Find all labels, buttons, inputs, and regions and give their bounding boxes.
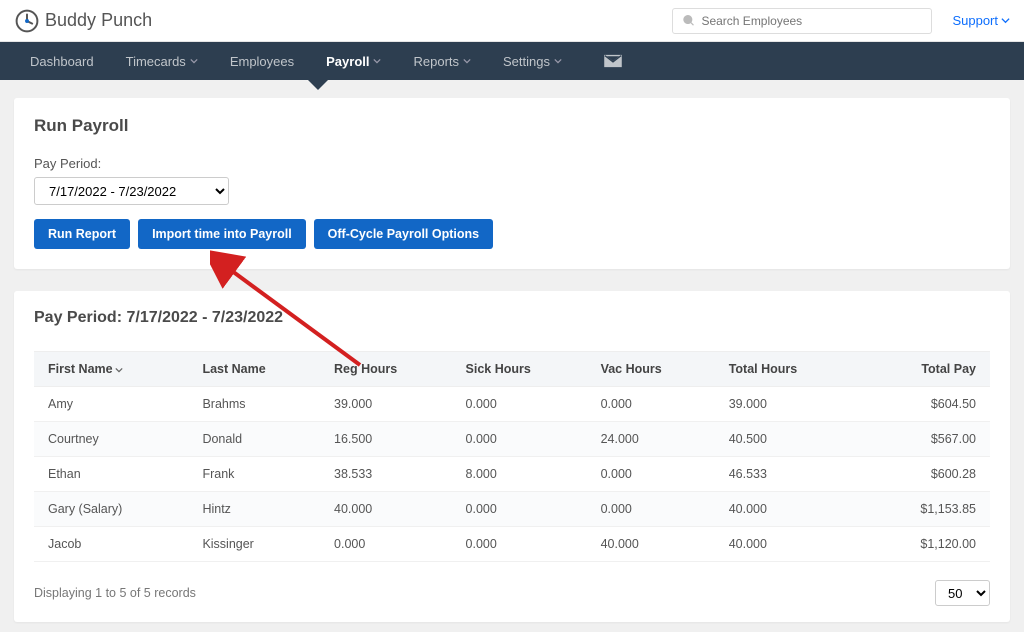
cell-total_hours: 40.500 (721, 422, 861, 457)
cell-reg_hours: 39.000 (326, 387, 458, 422)
cell-first_name: Amy (34, 387, 194, 422)
cell-reg_hours: 38.533 (326, 457, 458, 492)
import-time-button[interactable]: Import time into Payroll (138, 219, 306, 249)
off-cycle-button[interactable]: Off-Cycle Payroll Options (314, 219, 493, 249)
record-count: Displaying 1 to 5 of 5 records (34, 586, 196, 600)
card-title: Run Payroll (34, 116, 990, 136)
table-row: CourtneyDonald16.5000.00024.00040.500$56… (34, 422, 990, 457)
logo-text-right: Punch (101, 10, 152, 30)
cell-total_hours: 40.000 (721, 527, 861, 562)
col-reg-hours[interactable]: Reg Hours (326, 352, 458, 387)
cell-last_name: Hintz (194, 492, 326, 527)
cell-vac_hours: 40.000 (593, 527, 721, 562)
pay-period-select[interactable]: 7/17/2022 - 7/23/2022 (34, 177, 229, 205)
run-payroll-card: Run Payroll Pay Period: 7/17/2022 - 7/23… (14, 98, 1010, 269)
cell-total_pay: $1,153.85 (861, 492, 990, 527)
cell-vac_hours: 0.000 (593, 457, 721, 492)
nav-item-timecards[interactable]: Timecards (110, 42, 214, 80)
nav-label: Payroll (326, 54, 369, 69)
cell-total_pay: $600.28 (861, 457, 990, 492)
payroll-table: First Name Last Name Reg Hours Sick Hour… (34, 351, 990, 562)
cell-vac_hours: 0.000 (593, 492, 721, 527)
run-report-button[interactable]: Run Report (34, 219, 130, 249)
table-row: AmyBrahms39.0000.0000.00039.000$604.50 (34, 387, 990, 422)
chevron-down-icon (373, 57, 381, 65)
cell-reg_hours: 40.000 (326, 492, 458, 527)
cell-last_name: Frank (194, 457, 326, 492)
search-box[interactable] (672, 8, 932, 34)
cell-first_name: Courtney (34, 422, 194, 457)
table-header-row: First Name Last Name Reg Hours Sick Hour… (34, 352, 990, 387)
cell-first_name: Gary (Salary) (34, 492, 194, 527)
cell-sick_hours: 8.000 (458, 457, 593, 492)
cell-sick_hours: 0.000 (458, 527, 593, 562)
cell-vac_hours: 0.000 (593, 387, 721, 422)
cell-sick_hours: 0.000 (458, 422, 593, 457)
logo: Buddy Punch (14, 8, 152, 34)
nav-item-payroll[interactable]: Payroll (310, 42, 397, 80)
nav-active-indicator (308, 80, 328, 90)
nav-item-employees[interactable]: Employees (214, 42, 310, 80)
cell-first_name: Jacob (34, 527, 194, 562)
nav-label: Timecards (126, 54, 186, 69)
chevron-down-icon (190, 57, 198, 65)
cell-sick_hours: 0.000 (458, 387, 593, 422)
nav-item-reports[interactable]: Reports (397, 42, 487, 80)
cell-total_pay: $567.00 (861, 422, 990, 457)
logo-icon (14, 8, 40, 34)
cell-total_hours: 40.000 (721, 492, 861, 527)
chevron-down-icon (463, 57, 471, 65)
support-link[interactable]: Support (952, 13, 1010, 28)
table-row: Gary (Salary)Hintz40.0000.0000.00040.000… (34, 492, 990, 527)
cell-reg_hours: 16.500 (326, 422, 458, 457)
cell-total_hours: 46.533 (721, 457, 861, 492)
cell-first_name: Ethan (34, 457, 194, 492)
main-nav: Dashboard Timecards Employees Payroll Report… (0, 42, 1024, 80)
page-size-select[interactable]: 50 (935, 580, 990, 606)
search-icon (683, 15, 695, 27)
chevron-down-icon (115, 366, 123, 374)
cell-last_name: Brahms (194, 387, 326, 422)
cell-last_name: Kissinger (194, 527, 326, 562)
mail-icon (604, 54, 622, 68)
cell-total_pay: $604.50 (861, 387, 990, 422)
cell-total_hours: 39.000 (721, 387, 861, 422)
results-card: Pay Period: 7/17/2022 - 7/23/2022 First … (14, 291, 1010, 622)
nav-mail[interactable] (588, 42, 638, 80)
nav-item-settings[interactable]: Settings (487, 42, 578, 80)
chevron-down-icon (1001, 16, 1010, 25)
nav-label: Employees (230, 54, 294, 69)
col-vac-hours[interactable]: Vac Hours (593, 352, 721, 387)
nav-label: Dashboard (30, 54, 94, 69)
nav-label: Reports (413, 54, 459, 69)
results-title: Pay Period: 7/17/2022 - 7/23/2022 (34, 309, 990, 327)
col-sick-hours[interactable]: Sick Hours (458, 352, 593, 387)
cell-reg_hours: 0.000 (326, 527, 458, 562)
nav-label: Settings (503, 54, 550, 69)
cell-total_pay: $1,120.00 (861, 527, 990, 562)
col-last-name[interactable]: Last Name (194, 352, 326, 387)
cell-vac_hours: 24.000 (593, 422, 721, 457)
app-header: Buddy Punch Support (0, 0, 1024, 42)
cell-sick_hours: 0.000 (458, 492, 593, 527)
table-row: JacobKissinger0.0000.00040.00040.000$1,1… (34, 527, 990, 562)
cell-last_name: Donald (194, 422, 326, 457)
col-total-pay[interactable]: Total Pay (861, 352, 990, 387)
col-first-name[interactable]: First Name (34, 352, 194, 387)
chevron-down-icon (554, 57, 562, 65)
search-input[interactable] (701, 14, 921, 28)
table-row: EthanFrank38.5338.0000.00046.533$600.28 (34, 457, 990, 492)
logo-text-left: Buddy (45, 10, 96, 30)
col-total-hours[interactable]: Total Hours (721, 352, 861, 387)
nav-item-dashboard[interactable]: Dashboard (14, 42, 110, 80)
pay-period-label: Pay Period: (34, 156, 990, 171)
